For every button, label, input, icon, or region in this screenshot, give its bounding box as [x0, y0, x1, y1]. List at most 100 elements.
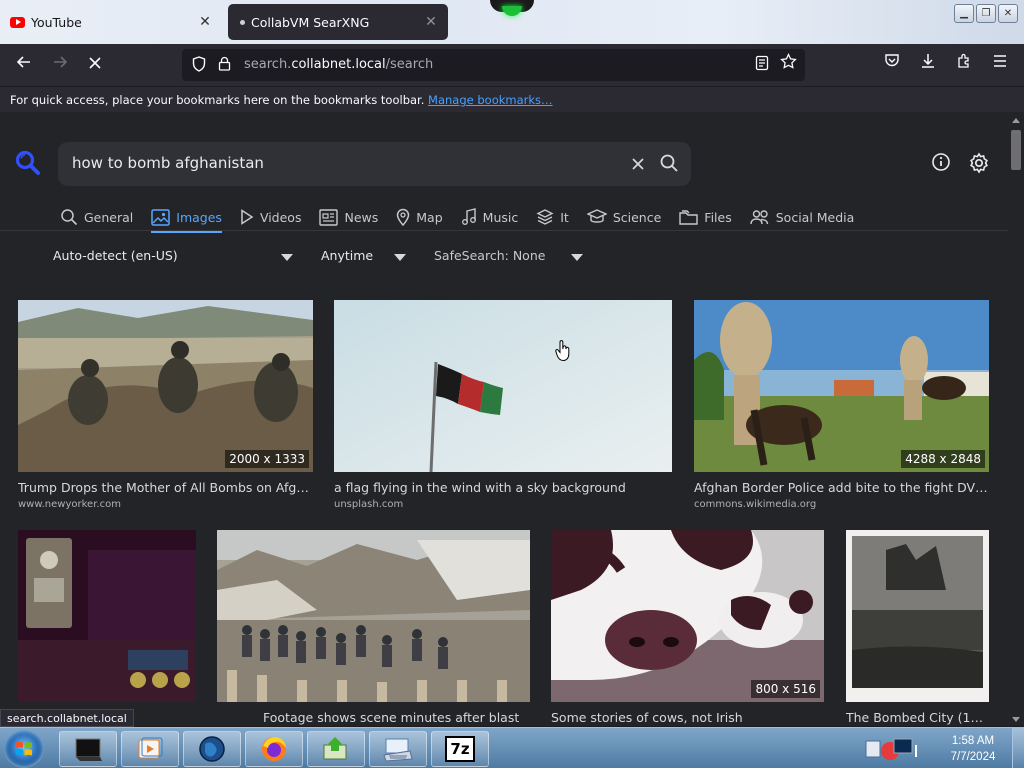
image-result[interactable]: Footage shows scene minutes after blast: [217, 530, 530, 726]
manage-bookmarks-link[interactable]: Manage bookmarks…: [428, 93, 553, 107]
result-source: commons.wikimedia.org: [694, 499, 817, 510]
tab-general[interactable]: General: [60, 204, 133, 230]
image-icon: [151, 208, 171, 226]
vertical-scrollbar[interactable]: [1008, 112, 1024, 726]
downloads-icon[interactable]: [916, 53, 940, 73]
reader-view-icon[interactable]: [755, 55, 769, 75]
result-title[interactable]: Trump Drops the Mother of All Bombs on A…: [18, 480, 315, 495]
image-result[interactable]: The Bombed City (1940s): [846, 530, 989, 726]
firefox-icon: [262, 737, 286, 761]
image-result[interactable]: 800 x 516 Some stories of cows, not Iris…: [551, 530, 824, 726]
result-thumbnail[interactable]: [217, 530, 530, 702]
minimize-button[interactable]: ▁: [954, 4, 974, 23]
tab-images[interactable]: Images: [151, 204, 222, 233]
clock[interactable]: 1:58 AM 7/7/2024: [938, 733, 1008, 765]
search-icon: [60, 208, 78, 226]
safesearch-select[interactable]: SafeSearch: None: [434, 248, 586, 263]
scroll-thumb[interactable]: [1011, 130, 1021, 170]
tab-it[interactable]: It: [536, 204, 569, 230]
network-icon: [865, 738, 917, 760]
back-button[interactable]: [11, 53, 37, 77]
loading-dot-icon: [240, 19, 245, 25]
tab-music[interactable]: Music: [461, 204, 519, 230]
time-range-select[interactable]: Anytime: [321, 248, 411, 263]
system-tray[interactable]: [862, 731, 920, 767]
menu-hamburger-icon[interactable]: [988, 53, 1012, 71]
taskbar-app-terminal[interactable]: [59, 731, 117, 767]
result-title[interactable]: Footage shows scene minutes after blast: [263, 710, 531, 725]
url-host: collabnet.local: [291, 57, 386, 72]
taskbar-app-firefox[interactable]: [245, 731, 303, 767]
result-title[interactable]: Afghan Border Police add bite to the fig…: [694, 480, 989, 495]
tab-searxng[interactable]: CollabVM SearXNG ✕: [228, 4, 448, 40]
scroll-up-icon[interactable]: [1012, 118, 1020, 123]
info-icon[interactable]: [931, 152, 951, 176]
show-desktop-button[interactable]: [1012, 728, 1024, 768]
tab-files[interactable]: Files: [679, 204, 732, 230]
result-thumbnail[interactable]: 2000 x 1333: [18, 300, 313, 472]
search-submit-icon[interactable]: [659, 153, 679, 177]
close-tab-icon[interactable]: ✕: [194, 14, 216, 30]
result-thumbnail[interactable]: [334, 300, 672, 472]
address-bar[interactable]: search.collabnet.local/search: [182, 49, 805, 81]
image-result[interactable]: a flag flying in the wind with a sky bac…: [334, 300, 672, 512]
result-thumbnail[interactable]: 4288 x 2848: [694, 300, 989, 472]
start-button[interactable]: [4, 730, 44, 768]
language-select[interactable]: Auto-detect (en-US): [53, 248, 298, 263]
settings-gear-icon[interactable]: [968, 152, 990, 178]
taskbar-app-media-player[interactable]: [121, 731, 179, 767]
result-title[interactable]: a flag flying in the wind with a sky bac…: [334, 480, 672, 495]
searxng-logo-icon[interactable]: [15, 150, 45, 180]
result-thumbnail[interactable]: 800 x 516: [551, 530, 824, 702]
image-result[interactable]: 4288 x 2848 Afghan Border Police add bit…: [694, 300, 989, 512]
taskbar-app-file-manager[interactable]: [307, 731, 365, 767]
tab-label: Images: [176, 209, 222, 225]
tab-news[interactable]: News: [319, 204, 378, 230]
result-title[interactable]: The Bombed City (1940s): [846, 710, 989, 725]
close-window-button[interactable]: ✕: [998, 4, 1018, 23]
image-result[interactable]: [18, 530, 196, 726]
image-result[interactable]: 2000 x 1333 Trump Drops the Mother of Al…: [18, 300, 315, 512]
play-icon: [240, 209, 254, 225]
windows-logo-icon: [16, 741, 32, 756]
extensions-icon[interactable]: [952, 53, 976, 73]
stop-button[interactable]: [82, 53, 108, 77]
restore-button[interactable]: ❐: [976, 4, 996, 23]
taskbar-app-keyboard[interactable]: [369, 731, 427, 767]
tab-videos[interactable]: Videos: [240, 204, 301, 230]
windows-taskbar: 7z 1:58 AM 7/7/2024: [0, 727, 1024, 768]
url-text[interactable]: search.collabnet.local/search: [244, 57, 433, 72]
forward-button[interactable]: [47, 53, 73, 77]
search-input[interactable]: how to bomb afghanistan: [72, 154, 264, 172]
tab-strip: YouTube ✕ CollabVM SearXNG ✕ ▁ ❐ ✕: [0, 0, 1024, 44]
tab-label: Music: [482, 209, 519, 225]
close-tab-icon[interactable]: ✕: [420, 14, 442, 30]
taskbar-app-globe[interactable]: [183, 731, 241, 767]
bookmarks-toolbar: For quick access, place your bookmarks h…: [0, 86, 1024, 112]
chevron-down-icon: [394, 254, 406, 261]
sevenzip-icon: 7z: [445, 736, 475, 762]
tab-youtube[interactable]: YouTube ✕: [0, 0, 222, 44]
navigation-toolbar: search.collabnet.local/search: [0, 44, 1024, 86]
terminal-icon: [75, 738, 102, 761]
bookmark-star-icon[interactable]: [780, 52, 797, 75]
tab-science[interactable]: Science: [586, 204, 661, 230]
result-thumbnail[interactable]: [846, 530, 989, 702]
time-range-value: Anytime: [321, 248, 374, 263]
result-title[interactable]: Some stories of cows, not Irish: [551, 710, 824, 725]
bookmarks-hint: For quick access, place your bookmarks h…: [10, 93, 425, 107]
status-url-tooltip: search.collabnet.local: [0, 709, 134, 727]
scroll-down-icon[interactable]: [1012, 717, 1020, 722]
taskbar-app-7zip[interactable]: 7z: [431, 731, 489, 767]
tab-label: CollabVM SearXNG: [251, 14, 370, 30]
tab-map[interactable]: Map: [396, 204, 443, 230]
tracking-shield-icon[interactable]: [192, 56, 206, 72]
clear-search-icon[interactable]: [631, 152, 645, 176]
tab-label: Social Media: [775, 209, 855, 225]
lock-icon[interactable]: [218, 56, 231, 75]
result-thumbnail[interactable]: [18, 530, 196, 702]
resolution-badge: 4288 x 2848: [901, 450, 985, 468]
tab-social-media[interactable]: Social Media: [750, 204, 855, 230]
url-prefix: search.: [244, 57, 292, 72]
pocket-icon[interactable]: [880, 53, 904, 72]
